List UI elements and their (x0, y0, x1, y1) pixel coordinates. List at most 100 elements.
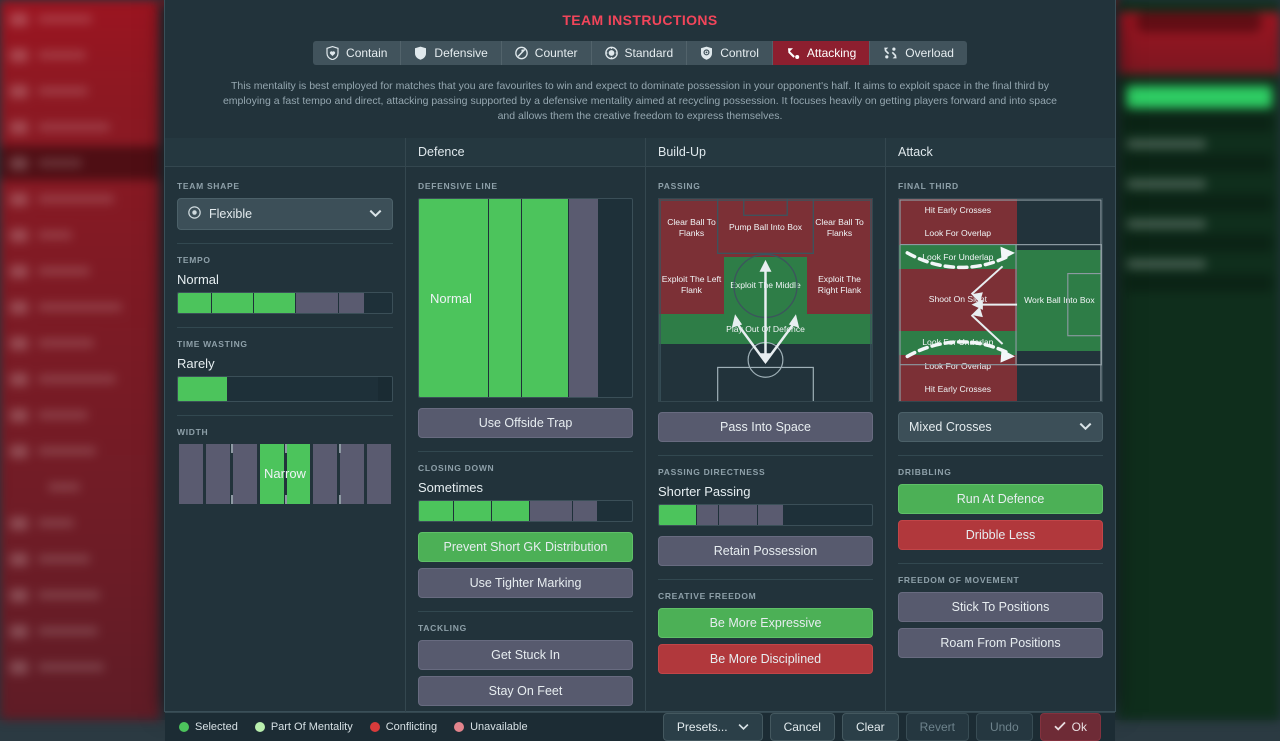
slider-segment[interactable] (719, 505, 758, 525)
retain-possession-button[interactable]: Retain Possession (658, 536, 873, 566)
row-text (38, 519, 74, 527)
tab-overload[interactable]: Overload (870, 41, 967, 65)
tab-contain[interactable]: Contain (313, 41, 401, 65)
slider-segment[interactable] (296, 293, 339, 313)
tab-defensive[interactable]: Defensive (401, 41, 501, 65)
tab-control[interactable]: Control (687, 41, 773, 65)
chevron-down-icon (1079, 420, 1092, 434)
slider-segment[interactable] (697, 505, 719, 525)
slider-segment[interactable] (254, 293, 296, 313)
background-panel-header (1118, 12, 1280, 74)
slider-segment[interactable] (758, 505, 784, 525)
team-shape-dropdown[interactable]: Flexible (177, 198, 393, 230)
roam-from-positions-button[interactable]: Roam From Positions (898, 628, 1103, 658)
time-wasting-endcap (378, 377, 392, 401)
use-tighter-marking-button[interactable]: Use Tighter Marking (418, 568, 633, 598)
slider-segment[interactable] (492, 501, 530, 521)
background-block (1126, 274, 1272, 292)
arrow-attack-icon (786, 46, 800, 60)
legend-dot (454, 722, 464, 732)
closing-down-slider[interactable] (418, 500, 633, 522)
row-text (38, 303, 122, 311)
ok-button[interactable]: Ok (1040, 713, 1101, 741)
time-wasting-slider[interactable] (177, 376, 393, 402)
tab-label: Contain (346, 46, 387, 60)
divider (418, 451, 633, 452)
slider-segment[interactable] (569, 199, 599, 397)
slider-segment[interactable] (598, 501, 624, 521)
divider (658, 455, 873, 456)
row-text (38, 411, 88, 419)
tempo-slider[interactable] (177, 292, 393, 314)
row-text (38, 267, 90, 275)
tempo-label: TEMPO (177, 255, 393, 265)
tab-attacking[interactable]: Attacking (773, 41, 870, 65)
dribble-less-button[interactable]: Dribble Less (898, 520, 1103, 550)
chevron-down-icon (738, 720, 749, 734)
prevent-short-gk-distribution-button[interactable]: Prevent Short GK Distribution (418, 532, 633, 562)
row-text (38, 15, 92, 23)
page-title: TEAM INSTRUCTIONS (165, 12, 1115, 28)
revert-button: Revert (906, 713, 969, 741)
final-third-label: FINAL THIRD (898, 181, 1103, 191)
slider-segment[interactable] (419, 501, 454, 521)
stay-on-feet-button[interactable]: Stay On Feet (418, 676, 633, 706)
final-third-pitch-diagram[interactable]: Work Ball Into BoxHit Early CrossesLook … (898, 198, 1103, 402)
slider-segment[interactable] (178, 293, 212, 313)
width-label: WIDTH (177, 427, 393, 437)
crossing-dropdown[interactable]: Mixed Crosses (898, 412, 1103, 442)
slider-segment[interactable] (599, 199, 612, 397)
get-stuck-in-button[interactable]: Get Stuck In (418, 640, 633, 670)
width-tick (285, 495, 287, 504)
defensive-line-slider[interactable]: Normal (418, 198, 633, 398)
be-more-disciplined-button[interactable]: Be More Disciplined (658, 644, 873, 674)
slider-segment[interactable] (573, 501, 598, 521)
slider-segment[interactable] (522, 199, 569, 397)
run-at-defence-button[interactable]: Run At Defence (898, 484, 1103, 514)
slider-segment[interactable] (339, 293, 364, 313)
legend-item: Part Of Mentality (255, 721, 353, 733)
slider-segment[interactable] (530, 501, 573, 521)
background-panel-body (1118, 74, 1280, 732)
column-header-buildup: Build-Up (645, 138, 885, 166)
width-slider[interactable]: Narrow (177, 444, 393, 504)
creative-freedom-label: CREATIVE FREEDOM (658, 591, 873, 601)
row-icon (10, 121, 28, 134)
background-block (1126, 86, 1272, 108)
use-offside-trap-button[interactable]: Use Offside Trap (418, 408, 633, 438)
slider-segment[interactable] (489, 199, 522, 397)
presets-button[interactable]: Presets... (663, 713, 763, 741)
background-block (1126, 180, 1206, 188)
chevron-down-icon (369, 207, 382, 221)
cancel-button[interactable]: Cancel (770, 713, 835, 741)
tackling-label: TACKLING (418, 623, 633, 633)
row-text (38, 123, 110, 131)
be-more-expressive-button[interactable]: Be More Expressive (658, 608, 873, 638)
check-icon (1054, 720, 1066, 734)
passing-pitch-diagram[interactable]: Play Out Of DefenceExploit The Right Fla… (658, 198, 873, 402)
stick-to-positions-button[interactable]: Stick To Positions (898, 592, 1103, 622)
clear-button[interactable]: Clear (842, 713, 899, 741)
divider (658, 579, 873, 580)
row-text (38, 87, 88, 95)
passing-directness-slider[interactable] (658, 504, 873, 526)
tab-standard[interactable]: Standard (592, 41, 688, 65)
slider-segment[interactable] (784, 505, 824, 525)
slider-segment[interactable] (212, 293, 254, 313)
tempo-value: Normal (177, 272, 393, 287)
background-sidebar-row (0, 650, 160, 684)
divider (177, 327, 393, 328)
background-block (1126, 234, 1272, 252)
row-text (38, 159, 82, 167)
tab-label: Control (720, 46, 759, 60)
width-tick (285, 444, 287, 453)
background-panel-pill (1136, 12, 1262, 32)
tab-label: Attacking (807, 46, 856, 60)
team-instructions-dialog: TEAM INSTRUCTIONS Contain Defensive Coun… (164, 0, 1116, 712)
row-icon (10, 193, 28, 206)
slider-segment[interactable] (454, 501, 492, 521)
slider-segment[interactable] (659, 505, 697, 525)
tab-counter[interactable]: Counter (502, 41, 592, 65)
pass-into-space-button[interactable]: Pass Into Space (658, 412, 873, 442)
row-icon (10, 445, 28, 458)
